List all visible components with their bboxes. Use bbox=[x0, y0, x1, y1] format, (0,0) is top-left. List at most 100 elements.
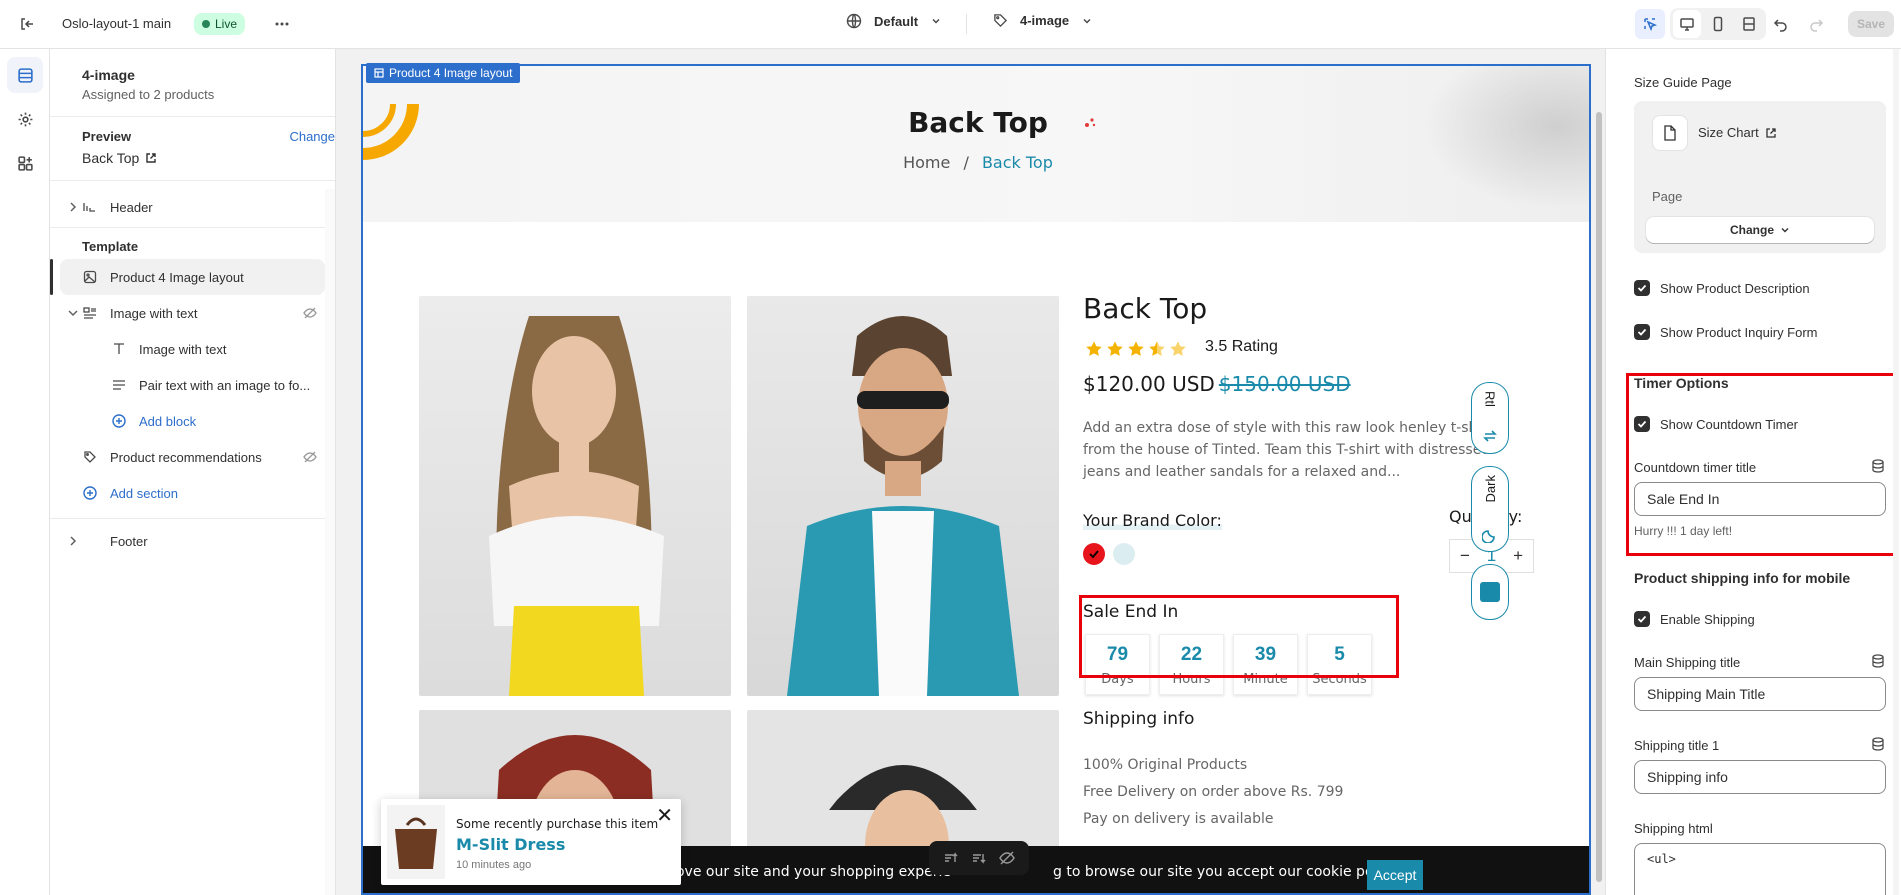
chevron-down-icon bbox=[68, 310, 78, 317]
redo-icon[interactable] bbox=[1801, 9, 1831, 39]
header-section-icon bbox=[83, 203, 95, 212]
toast-product-link[interactable]: M-Slit Dress bbox=[456, 835, 565, 854]
close-icon[interactable]: ✕ bbox=[656, 803, 673, 828]
template-assignment: Assigned to 2 products bbox=[82, 87, 215, 102]
main-shipping-label: Main Shipping title bbox=[1634, 655, 1741, 670]
product-thumbnail[interactable] bbox=[387, 805, 445, 879]
tree-item-label: Pair text with an image to fo... bbox=[139, 377, 311, 393]
undo-icon[interactable] bbox=[1766, 9, 1796, 39]
highlight-box-countdown bbox=[1079, 595, 1399, 678]
breadcrumb-separator: / bbox=[963, 153, 969, 172]
chevron-down-icon bbox=[1781, 228, 1789, 233]
tree-item-image-with-text[interactable]: Image with text bbox=[50, 295, 335, 331]
sidebar-header: 4-image Assigned to 2 products bbox=[50, 49, 335, 117]
settings-gear-icon[interactable] bbox=[7, 101, 43, 137]
top-bar: Oslo-layout-1 main Live Default 4-image bbox=[0, 0, 1901, 49]
panel-scroll-thumb[interactable] bbox=[1893, 49, 1899, 895]
page-icon-box bbox=[1652, 115, 1688, 151]
shipping-line: Free Delivery on order above Rs. 799 bbox=[1083, 784, 1344, 800]
preview-panel: Preview Change Back Top bbox=[50, 117, 335, 181]
hide-eye-icon[interactable] bbox=[999, 850, 1015, 866]
dynamic-source-icon[interactable] bbox=[1871, 737, 1885, 754]
size-chart-link[interactable]: Size Chart bbox=[1698, 125, 1777, 140]
template-selector[interactable]: 4-image bbox=[993, 13, 1093, 28]
color-square-icon bbox=[1480, 582, 1500, 602]
product-image-2[interactable] bbox=[747, 296, 1059, 696]
cookie-text-2: g to browse our site you accept our cook… bbox=[1053, 863, 1400, 880]
locale-selector[interactable]: Default bbox=[846, 13, 942, 29]
globe-icon bbox=[846, 13, 862, 29]
star-icon bbox=[1170, 341, 1186, 356]
main-shipping-input[interactable]: Shipping Main Title bbox=[1634, 677, 1886, 711]
save-button[interactable]: Save bbox=[1848, 11, 1894, 37]
preview-change-link[interactable]: Change bbox=[289, 129, 335, 144]
chevron-right-icon bbox=[70, 202, 77, 212]
move-down-icon[interactable] bbox=[971, 850, 987, 866]
star-rating bbox=[1085, 340, 1187, 358]
add-block-button[interactable]: Add block bbox=[50, 403, 335, 439]
cookie-text: mprove our site and your shopping experi… bbox=[648, 863, 952, 880]
status-badge: Live bbox=[194, 13, 246, 35]
checkbox-checked-icon bbox=[1634, 280, 1650, 296]
tree-item-product-4-image-layout[interactable]: Product 4 Image layout bbox=[50, 259, 325, 295]
size-guide-card: Size Chart Page Change bbox=[1634, 101, 1886, 253]
exit-icon[interactable] bbox=[12, 9, 42, 39]
change-page-button[interactable]: Change bbox=[1646, 217, 1874, 243]
mobile-icon[interactable] bbox=[1704, 10, 1732, 38]
template-label: 4-image bbox=[1020, 13, 1070, 28]
template-title: 4-image bbox=[82, 67, 135, 83]
tree-footer[interactable]: Footer bbox=[50, 523, 335, 559]
hero-title: Back Top bbox=[908, 106, 1048, 139]
color-picker-toggle[interactable] bbox=[1471, 564, 1509, 620]
checkbox-checked-icon bbox=[1634, 324, 1650, 340]
color-swatch-light[interactable] bbox=[1113, 543, 1135, 565]
highlight-box-timer-options bbox=[1626, 373, 1898, 556]
show-inquiry-checkbox[interactable]: Show Product Inquiry Form bbox=[1634, 324, 1818, 340]
tree-block-image-with-text[interactable]: Image with text bbox=[50, 331, 335, 367]
tree-header[interactable]: Header bbox=[50, 189, 335, 225]
apps-icon[interactable] bbox=[7, 145, 43, 181]
preview-product[interactable]: Back Top bbox=[82, 150, 335, 166]
tree-block-pair-text[interactable]: Pair text with an image to fo... bbox=[50, 367, 335, 403]
tree-item-label: Image with text bbox=[110, 305, 198, 321]
enable-shipping-checkbox[interactable]: Enable Shipping bbox=[1634, 611, 1755, 627]
desktop-icon[interactable] bbox=[1673, 10, 1702, 38]
rtl-toggle[interactable]: Rtl bbox=[1471, 382, 1509, 454]
dynamic-source-icon[interactable] bbox=[1871, 654, 1885, 671]
chevron-down-icon bbox=[1083, 18, 1091, 24]
section-label-tag[interactable]: Product 4 Image layout bbox=[366, 63, 521, 83]
dark-mode-toggle[interactable]: Dark bbox=[1471, 466, 1509, 552]
tree-item-product-recommendations[interactable]: Product recommendations bbox=[50, 439, 335, 475]
show-description-checkbox[interactable]: Show Product Description bbox=[1634, 280, 1810, 296]
shipping-html-textarea[interactable]: <ul> bbox=[1634, 843, 1886, 895]
canvas-scroll-thumb[interactable] bbox=[1596, 112, 1602, 882]
move-up-icon[interactable] bbox=[943, 850, 959, 866]
shipping-line: Pay on delivery is available bbox=[1083, 811, 1274, 827]
eye-hidden-icon[interactable] bbox=[303, 450, 317, 464]
eye-hidden-icon[interactable] bbox=[303, 306, 317, 320]
rtl-label: Rtl bbox=[1482, 391, 1498, 407]
fullscreen-icon[interactable] bbox=[1735, 10, 1763, 38]
section-label: Product 4 Image layout bbox=[389, 66, 513, 80]
quantity-decrease-button[interactable]: − bbox=[1460, 546, 1470, 566]
check-icon bbox=[1089, 550, 1099, 559]
preview-canvas: Back Top Home / Back Top Back Top 3.5 Ra… bbox=[336, 49, 1591, 895]
quantity-increase-button[interactable]: + bbox=[1513, 546, 1523, 566]
accept-cookies-button[interactable]: Accept bbox=[1367, 860, 1423, 890]
inspector-icon[interactable] bbox=[1635, 9, 1665, 39]
hero-shadow-decoration bbox=[1413, 66, 1589, 216]
product-image-1[interactable] bbox=[419, 296, 731, 696]
tree-header-label: Header bbox=[110, 199, 153, 215]
breadcrumb-current: Back Top bbox=[981, 153, 1053, 172]
sections-icon[interactable] bbox=[7, 57, 43, 93]
sidebar-scrollbar[interactable] bbox=[325, 189, 335, 895]
color-swatch-red[interactable] bbox=[1083, 543, 1105, 565]
template-group-label: Template bbox=[82, 238, 139, 254]
shipping-title1-input[interactable]: Shipping info bbox=[1634, 760, 1886, 794]
chevron-right-icon bbox=[70, 536, 77, 546]
breadcrumb-home[interactable]: Home bbox=[903, 153, 950, 172]
add-section-button[interactable]: Add section bbox=[50, 475, 335, 511]
more-actions-icon[interactable] bbox=[267, 9, 297, 39]
model-man-illustration bbox=[787, 316, 1019, 696]
moon-icon bbox=[1482, 530, 1495, 543]
